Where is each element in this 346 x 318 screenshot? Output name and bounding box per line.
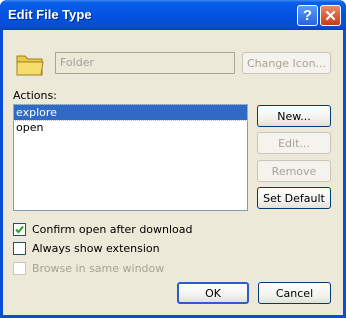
help-icon: ? <box>302 7 313 24</box>
actions-list[interactable]: explore open <box>13 104 248 211</box>
cancel-button[interactable]: Cancel <box>258 282 331 304</box>
confirm-open-label: Confirm open after download <box>32 222 193 236</box>
dialog-window: Edit File Type ? ✕ Folder Change Icon...… <box>0 0 346 318</box>
help-button[interactable]: ? <box>297 5 318 26</box>
window-title: Edit File Type <box>8 7 92 22</box>
remove-button[interactable]: Remove <box>257 160 331 182</box>
title-bar[interactable]: Edit File Type ? ✕ <box>0 0 346 30</box>
always-show-extension-option[interactable]: Always show extension <box>13 241 160 255</box>
actions-label: Actions: <box>13 89 57 102</box>
close-button[interactable]: ✕ <box>320 5 341 26</box>
always-show-extension-label: Always show extension <box>32 241 160 255</box>
dialog-body: Folder Change Icon... Actions: explore o… <box>3 30 343 315</box>
confirm-open-checkbox[interactable] <box>13 222 26 236</box>
browse-same-window-option[interactable]: Browse in same window <box>13 261 164 275</box>
list-item[interactable]: open <box>14 120 247 135</box>
set-default-button[interactable]: Set Default <box>257 187 331 209</box>
new-button[interactable]: New... <box>257 105 331 127</box>
edit-button[interactable]: Edit... <box>257 132 331 154</box>
browse-same-window-label: Browse in same window <box>32 261 165 275</box>
change-icon-button[interactable]: Change Icon... <box>242 52 331 74</box>
browse-same-window-checkbox[interactable] <box>13 261 26 275</box>
confirm-open-option[interactable]: Confirm open after download <box>13 222 193 236</box>
list-item[interactable]: explore <box>13 104 248 121</box>
checkmark-icon <box>15 225 24 233</box>
close-icon: ✕ <box>324 7 337 25</box>
always-show-extension-checkbox[interactable] <box>13 241 26 255</box>
file-type-name-field[interactable]: Folder <box>55 52 235 74</box>
folder-icon <box>16 55 44 76</box>
ok-button[interactable]: OK <box>177 282 249 304</box>
